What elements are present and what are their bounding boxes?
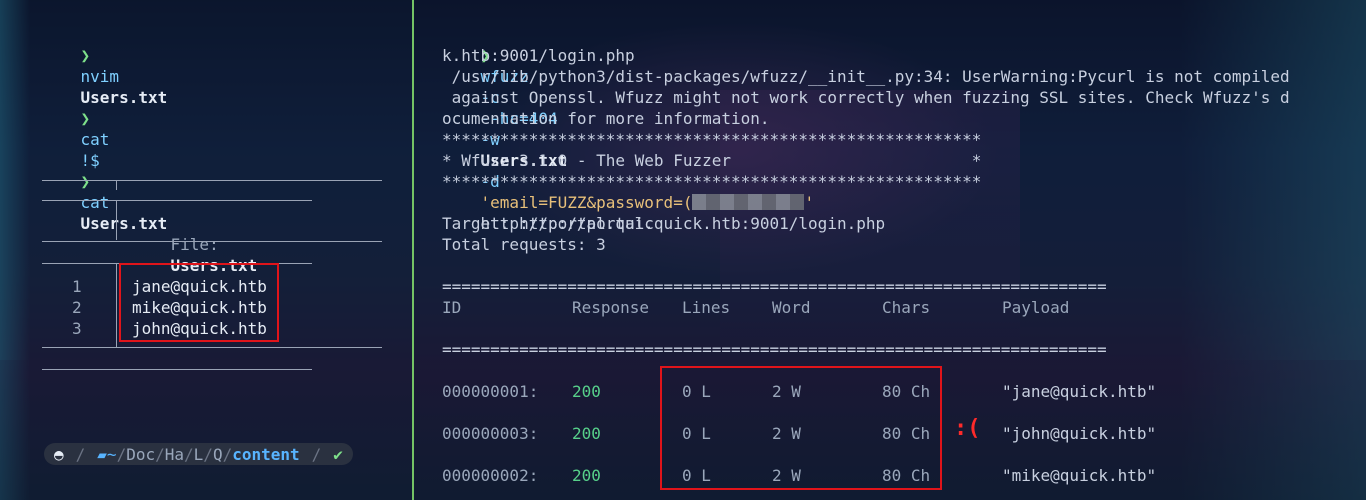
command-name: nvim — [80, 67, 120, 86]
bat-top-rule — [42, 180, 382, 181]
line-number: 2 — [72, 298, 82, 317]
command-post-data-end: ' — [804, 193, 815, 212]
row-status-code: 200 — [572, 466, 601, 485]
path-part: Q — [212, 444, 223, 464]
warning-line: against Openssl. Wfuzz might not work co… — [442, 88, 1290, 107]
left-terminal-pane[interactable]: ❯ nvim Users.txt ❯ cat !$ ❯ cat Users.tx… — [0, 0, 412, 500]
header-word: Word — [772, 298, 811, 317]
path-current: content — [232, 444, 300, 464]
folder-open-icon: ▰ — [97, 444, 107, 464]
bat-bottom-rule — [42, 347, 382, 348]
row-status-code: 200 — [572, 424, 601, 443]
prompt-arrow-icon: ❯ — [80, 46, 91, 65]
header-id: ID — [442, 298, 462, 317]
banner-line: * Wfuzz 3.1.0 - The Web Fuzzer * — [442, 151, 982, 170]
path-segment: ▰ ~ / Doc / Ha / L / Q / content — [91, 443, 306, 465]
redacted-password — [692, 194, 805, 210]
bat-file-label: File: — [170, 235, 219, 254]
path-part: L — [193, 444, 204, 464]
header-payload: Payload — [1002, 298, 1070, 317]
highlight-box-emails — [119, 263, 279, 342]
command-name: cat — [80, 193, 110, 212]
segment-separator: / — [305, 443, 328, 465]
linux-penguin-icon: ◓ — [54, 444, 64, 464]
success-check-icon: ✔ — [327, 443, 353, 465]
total-requests-line: Total requests: 3 — [442, 235, 606, 254]
command-post-data: 'email=FUZZ&password=( — [480, 193, 693, 212]
row-payload: "john@quick.htb" — [1002, 424, 1157, 443]
bat-bottom-rule-2 — [42, 369, 312, 370]
highlight-box-responses — [660, 366, 942, 490]
line-number: 3 — [72, 319, 82, 338]
prompt-arrow-icon: ❯ — [80, 172, 91, 191]
table-rule-bottom: ========================================… — [442, 340, 1107, 359]
sad-face-annotation: :( — [954, 416, 981, 441]
bat-gutter-rule-2 — [116, 263, 117, 347]
prompt-arrow-icon: ❯ — [80, 109, 91, 128]
warning-line: ocumentation for more information. — [442, 109, 770, 128]
table-rule-top: ========================================… — [442, 277, 1107, 296]
bat-top-tick — [116, 180, 117, 190]
warning-line: /usr/lib/python3/dist-packages/wfuzz/__i… — [442, 67, 1290, 86]
path-home: ~ — [106, 444, 117, 464]
row-id: 000000003: — [442, 424, 539, 443]
target-line: Target: http://portal.quick.htb:9001/log… — [442, 214, 886, 233]
path-part: Doc — [126, 444, 156, 464]
header-chars: Chars — [882, 298, 931, 317]
header-lines: Lines — [682, 298, 731, 317]
line-number: 1 — [72, 277, 82, 296]
bat-header-rule — [42, 241, 382, 242]
banner-line: ****************************************… — [442, 172, 982, 191]
right-terminal-pane[interactable]: ❯ wfuzz -c --hc=404 -w Users.txt -d 'ema… — [414, 0, 1366, 500]
os-segment: ◓ — [44, 443, 70, 465]
row-payload: "jane@quick.htb" — [1002, 382, 1157, 401]
segment-separator: / — [69, 443, 92, 465]
row-id: 000000001: — [442, 382, 539, 401]
command-url-wrap: k.htb:9001/login.php — [442, 46, 635, 65]
bat-gutter-rule — [116, 200, 117, 240]
row-status-code: 200 — [572, 382, 601, 401]
path-part: Ha — [164, 444, 185, 464]
header-response: Response — [572, 298, 650, 317]
row-id: 000000002: — [442, 466, 539, 485]
banner-line: ****************************************… — [442, 130, 982, 149]
prompt-status-bar: ◓ / ▰ ~ / Doc / Ha / L / Q / content / ✔ — [44, 443, 353, 465]
row-payload: "mike@quick.htb" — [1002, 466, 1157, 485]
command-name: cat — [80, 130, 110, 149]
bat-rule — [42, 200, 312, 201]
